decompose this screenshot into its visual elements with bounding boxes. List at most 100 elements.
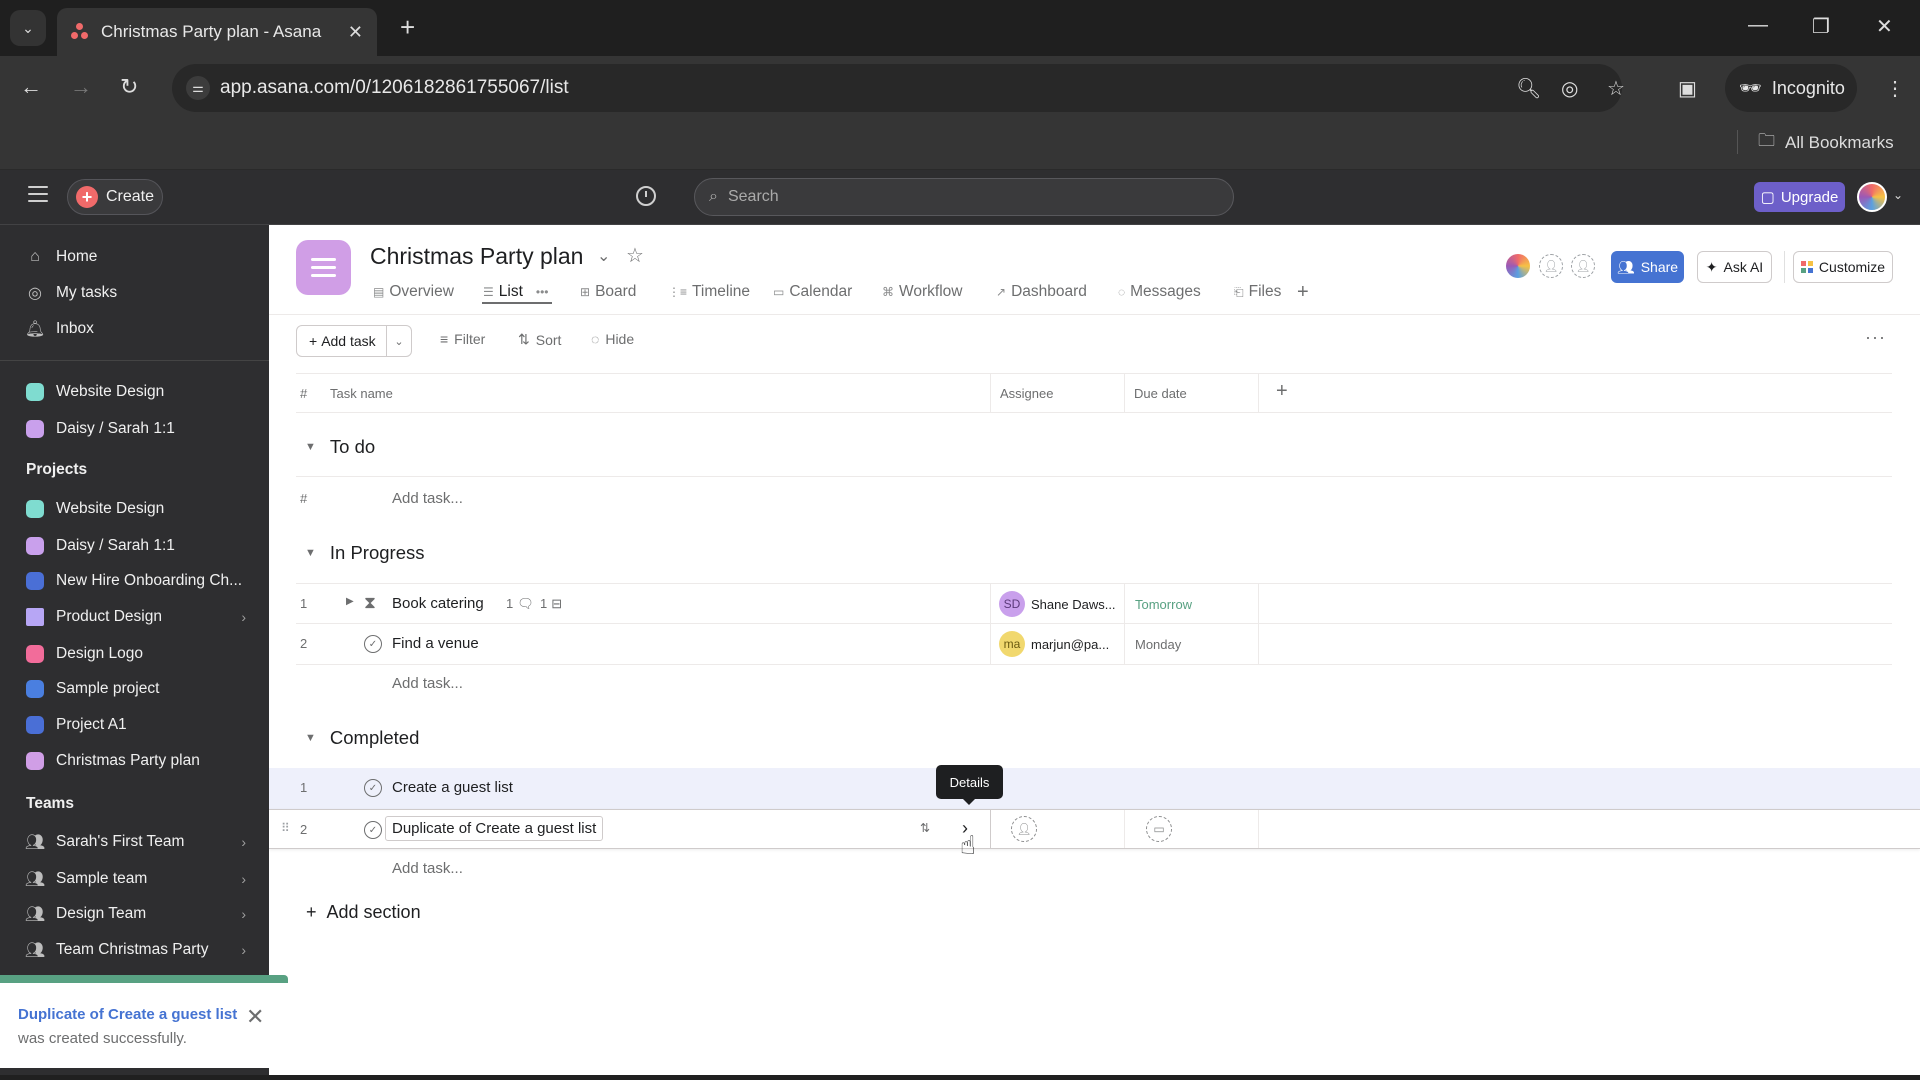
tab-board[interactable]: ⊞ Board — [580, 281, 636, 303]
close-window-icon[interactable]: ✕ — [1876, 14, 1893, 39]
task-name[interactable]: Book catering — [392, 595, 484, 612]
all-bookmarks-button[interactable]: 🗀 All Bookmarks — [1758, 128, 1894, 157]
column-header-assignee[interactable]: Assignee — [1000, 386, 1053, 401]
tab-files[interactable]: ⎗ Files — [1234, 281, 1281, 303]
add-tab-button[interactable]: + — [1297, 281, 1309, 303]
reload-icon[interactable]: ↻ — [120, 74, 138, 100]
sidebar-item-inbox[interactable]: 🔔︎ Inbox — [25, 314, 246, 344]
favorite-website-design[interactable]: Website Design — [26, 377, 246, 407]
add-column-button[interactable]: + — [1276, 380, 1288, 403]
due-date-calendar-icon[interactable]: ▭ — [1146, 816, 1172, 842]
table-row[interactable]: 2 ✓ Find a venue ma marjun@pa... Monday — [296, 624, 1892, 665]
sidebar-project[interactable]: Sample project — [26, 674, 246, 704]
hourglass-icon[interactable]: ⧗ — [364, 593, 376, 613]
sidebar-project[interactable]: Daisy / Sarah 1:1 — [26, 531, 246, 561]
zoom-icon[interactable]: 🔍︎ — [1516, 76, 1541, 101]
chevron-right-icon[interactable]: › — [241, 906, 246, 922]
expand-subtasks-icon[interactable]: ▶ — [346, 596, 354, 607]
table-row-selected[interactable]: ⠿ 2 ✓ Duplicate of Create a guest list ⇅… — [269, 809, 1920, 849]
browser-menu-icon[interactable]: ⋮ — [1885, 76, 1905, 101]
add-task-button[interactable]: + Add task ⌄ — [296, 325, 412, 357]
tab-messages[interactable]: ◌ Messages — [1118, 281, 1201, 303]
sort-button[interactable]: ⇅ Sort — [518, 331, 561, 348]
section-title[interactable]: In Progress — [330, 542, 425, 564]
sidebar-team[interactable]: 👥︎ Sarah's First Team › — [25, 827, 246, 857]
tab-timeline[interactable]: ⋮≡ Timeline — [668, 281, 750, 303]
collapse-triangle-icon[interactable]: ▼ — [305, 732, 316, 744]
add-task-main[interactable]: + Add task — [297, 326, 387, 356]
new-tab-button[interactable]: + — [400, 12, 415, 43]
hide-button[interactable]: ◌ Hide — [591, 331, 634, 347]
assignee-cell[interactable]: SD Shane Daws... — [990, 584, 1124, 624]
upgrade-button[interactable]: ▢ Upgrade — [1754, 182, 1845, 212]
page-title[interactable]: Christmas Party plan — [370, 243, 583, 270]
section-header[interactable]: ▼ To do — [305, 436, 375, 458]
comment-count[interactable]: 1 🗨︎ — [506, 596, 534, 612]
sidebar-team[interactable]: 👥︎ Design Team › — [25, 899, 246, 929]
dependency-icon[interactable]: ⇅ — [920, 821, 930, 835]
url-text[interactable]: app.asana.com/0/1206182861755067/list — [220, 77, 569, 99]
chevron-right-icon[interactable]: › — [241, 871, 246, 887]
complete-checkbox-icon[interactable]: ✓ — [364, 635, 382, 653]
close-tab-icon[interactable]: ✕ — [348, 22, 363, 43]
sidebar-project[interactable]: Website Design — [26, 494, 246, 524]
teams-heading[interactable]: Teams — [26, 795, 74, 813]
user-avatar[interactable] — [1857, 182, 1887, 212]
tab-list[interactable]: ☰ List ••• — [483, 281, 549, 303]
task-name[interactable]: Find a venue — [392, 635, 479, 652]
collapse-triangle-icon[interactable]: ▼ — [305, 547, 316, 559]
collapse-triangle-icon[interactable]: ▼ — [305, 441, 316, 453]
toast-task-link[interactable]: Duplicate of Create a guest list — [18, 1006, 237, 1023]
side-panel-icon[interactable]: ▣ — [1678, 76, 1697, 101]
minimize-icon[interactable]: — — [1748, 14, 1768, 37]
section-header[interactable]: ▼ Completed — [305, 727, 419, 749]
tab-list-button[interactable]: ⌄ — [10, 10, 46, 46]
sidebar-team[interactable]: 👥︎ Sample team › — [25, 864, 246, 894]
sidebar-project[interactable]: Christmas Party plan — [26, 746, 246, 776]
add-task-row[interactable]: # Add task... — [296, 476, 1892, 517]
favorite-daisy-sarah[interactable]: Daisy / Sarah 1:1 — [26, 414, 246, 444]
add-member-icon[interactable]: 👤︎ — [1539, 254, 1563, 278]
add-section-button[interactable]: + Add section — [306, 902, 421, 923]
projects-heading[interactable]: Projects — [26, 461, 87, 479]
customize-button[interactable]: Customize — [1793, 251, 1893, 283]
recent-history-icon[interactable] — [636, 186, 656, 206]
chevron-right-icon[interactable]: › — [241, 609, 246, 625]
chevron-right-icon[interactable]: › — [241, 942, 246, 958]
site-info-icon[interactable]: ⚌ — [186, 76, 210, 100]
complete-checkbox-icon[interactable]: ✓ — [364, 779, 382, 797]
more-options-icon[interactable]: ••• — [536, 285, 549, 299]
tab-dashboard[interactable]: ↗ Dashboard — [996, 281, 1087, 303]
create-button[interactable]: + Create — [67, 179, 163, 215]
assign-user-icon[interactable]: 👤︎ — [1011, 816, 1037, 842]
section-title[interactable]: Completed — [330, 727, 419, 749]
project-list-icon[interactable] — [296, 240, 351, 295]
member-avatar[interactable] — [1506, 254, 1530, 278]
back-icon[interactable]: ← — [20, 74, 42, 100]
chevron-down-icon[interactable]: ⌄ — [597, 246, 610, 266]
due-date-cell[interactable]: Monday — [1124, 624, 1258, 664]
sidebar-portfolio[interactable]: Product Design › — [26, 602, 246, 632]
task-name[interactable]: Create a guest list — [392, 779, 513, 796]
section-title[interactable]: To do — [330, 436, 375, 458]
hamburger-menu-icon[interactable] — [28, 186, 48, 202]
address-bar[interactable]: ⚌ app.asana.com/0/1206182861755067/list — [172, 64, 1622, 112]
eye-off-icon[interactable]: ◎ — [1561, 76, 1578, 101]
filter-button[interactable]: ≡ Filter — [440, 331, 485, 347]
tab-overview[interactable]: ▤ Overview — [373, 281, 454, 303]
chevron-down-icon[interactable]: ⌄ — [387, 335, 411, 348]
add-task-placeholder[interactable]: Add task... — [392, 675, 463, 692]
browser-tab[interactable]: Christmas Party plan - Asana ✕ — [57, 8, 377, 56]
restore-icon[interactable]: ❐ — [1812, 14, 1830, 39]
subtask-count[interactable]: 1 ⊟ — [540, 596, 562, 612]
sidebar-item-my-tasks[interactable]: ◎ My tasks — [26, 278, 246, 308]
sidebar-team[interactable]: 👥︎ Team Christmas Party › — [25, 935, 246, 965]
sidebar-item-home[interactable]: ⌂ Home — [26, 242, 246, 272]
more-options-icon[interactable]: ··· — [1865, 327, 1886, 348]
table-row[interactable]: 1 ▶ ⧗ Book catering 1 🗨︎ 1 ⊟ SD Shane Daws… — [296, 583, 1892, 624]
incognito-badge[interactable]: 🕶︎ Incognito — [1725, 64, 1857, 112]
complete-checkbox-icon[interactable]: ✓ — [364, 821, 382, 839]
column-header-task-name[interactable]: Task name — [330, 386, 393, 401]
star-icon[interactable]: ☆ — [626, 243, 644, 268]
due-date-cell[interactable]: Tomorrow — [1124, 584, 1258, 624]
